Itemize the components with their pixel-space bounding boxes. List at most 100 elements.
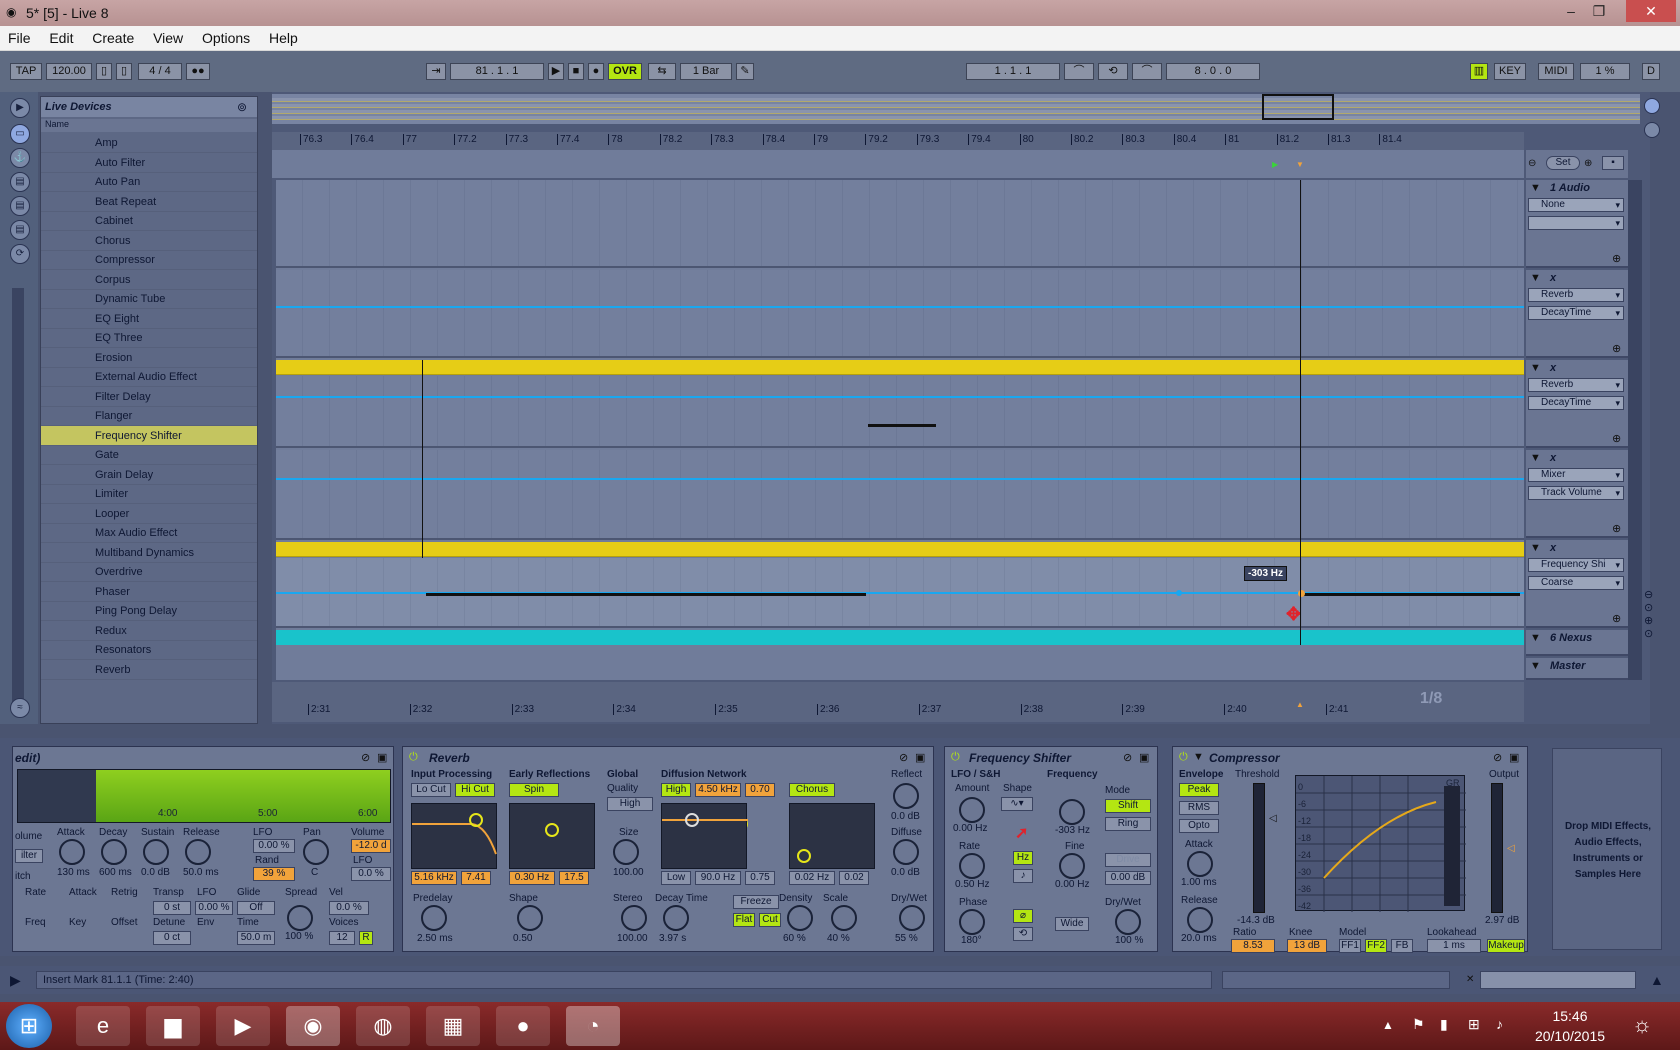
info-toggle-icon[interactable]: ▶ xyxy=(10,972,21,989)
peak-button[interactable]: Peak xyxy=(1179,783,1219,797)
automation-parameter-select[interactable] xyxy=(1528,216,1624,230)
density-knob[interactable] xyxy=(787,905,813,931)
track-lane-1[interactable] xyxy=(276,180,1524,268)
windows-tray-icon[interactable]: ⊞ xyxy=(1468,1016,1480,1033)
instrument-knob[interactable] xyxy=(143,839,169,865)
track-overview-icon[interactable] xyxy=(1480,971,1636,989)
track-fold-icon[interactable]: ▼ xyxy=(1530,272,1541,284)
draw-arrangement-button[interactable]: ⇆ xyxy=(648,63,676,80)
transpose-field[interactable]: 0 st xyxy=(153,901,191,915)
time-signature-field[interactable]: 4 / 4 xyxy=(138,63,182,80)
browser-item[interactable]: Grain Delay xyxy=(41,465,257,485)
lo-cut-button[interactable]: Lo Cut xyxy=(411,783,451,797)
compressor-transfer-graph[interactable]: 0 -6 -12 -18 -24 -30 -36 -42 GR xyxy=(1295,775,1466,912)
detail-toggle-icon[interactable]: ▲ xyxy=(1650,972,1664,988)
browser-column-name[interactable]: Name xyxy=(41,119,257,132)
browser-item[interactable]: Cabinet xyxy=(41,211,257,231)
clip-bar[interactable] xyxy=(276,542,1524,557)
low-freq-field[interactable]: 90.0 Hz xyxy=(695,871,741,885)
media-player-icon[interactable]: ▶ xyxy=(216,1006,270,1046)
automation-line[interactable] xyxy=(276,478,1524,480)
phase-knob[interactable] xyxy=(959,909,985,935)
browser-item[interactable]: Reverb xyxy=(41,660,257,680)
browser-item[interactable]: Limiter xyxy=(41,484,257,504)
track-header[interactable]: ▼ x Frequency Shi Coarse ⊕ xyxy=(1526,540,1628,628)
time-field[interactable]: 50.0 m xyxy=(237,931,275,945)
track-fold-icon[interactable]: ▼ xyxy=(1530,182,1541,194)
track-lane-3[interactable] xyxy=(276,376,1524,448)
close-status-icon[interactable]: ✕ xyxy=(1466,974,1474,985)
session-view-icon[interactable] xyxy=(1644,98,1660,114)
device-save-icon[interactable]: ▣ xyxy=(1139,751,1149,764)
track-header[interactable]: ▼ x Reverb DecayTime ⊕ xyxy=(1526,270,1628,358)
chorus-graph[interactable] xyxy=(789,803,875,869)
scale-knob[interactable] xyxy=(831,905,857,931)
follow-button[interactable]: ⇥ xyxy=(426,63,446,80)
action-center-icon[interactable]: ⚑ xyxy=(1412,1016,1425,1033)
ovr-button[interactable]: OVR xyxy=(608,63,642,80)
hotswap-icon[interactable]: ⟳ xyxy=(10,244,30,264)
opto-button[interactable]: Opto xyxy=(1179,819,1219,833)
er-amount-field[interactable]: 17.5 xyxy=(559,871,589,885)
apps-grid-icon[interactable]: ▦ xyxy=(426,1006,480,1046)
device-power-icon[interactable]: ⏻ xyxy=(409,751,418,764)
attack-knob[interactable] xyxy=(1187,851,1213,877)
volume-icon[interactable]: ♪ xyxy=(1496,1016,1503,1032)
lfo2-field[interactable]: 0.0 % xyxy=(351,867,391,881)
tray-arrow-icon[interactable]: ▲ xyxy=(1382,1018,1394,1032)
file-browser-1-icon[interactable]: ▤ xyxy=(10,172,30,192)
add-lane-icon[interactable]: ⊕ xyxy=(1612,612,1621,625)
clock-date[interactable]: 20/10/2015 xyxy=(1530,1028,1610,1044)
overview-viewport[interactable] xyxy=(1262,94,1334,120)
firefox-icon[interactable]: ◍ xyxy=(356,1006,410,1046)
device-power-icon[interactable]: ⏻ xyxy=(951,751,960,764)
automation-parameter-select[interactable]: Coarse xyxy=(1528,576,1624,590)
vel-field[interactable]: 0.0 % xyxy=(329,901,369,915)
maximize-button[interactable]: ❐ xyxy=(1578,0,1620,22)
track-header[interactable]: ▼ Master xyxy=(1526,658,1628,680)
browser-item[interactable]: Overdrive xyxy=(41,562,257,582)
frequency-knob[interactable] xyxy=(1059,799,1085,825)
rate-knob[interactable] xyxy=(959,853,985,879)
early-reflections-graph[interactable] xyxy=(509,803,595,869)
pan-knob[interactable] xyxy=(303,839,329,865)
automation-parameter-select[interactable]: DecayTime xyxy=(1528,306,1624,320)
ableton-live-icon[interactable]: ◔ xyxy=(566,1006,620,1046)
volume-field[interactable]: -12.0 d xyxy=(351,839,391,853)
voices-select[interactable]: 12 xyxy=(329,931,355,945)
sample-waveform[interactable]: 4:00 5:00 6:00 xyxy=(17,769,391,823)
locator-strip[interactable]: ▶ ▼ xyxy=(272,150,1524,178)
menu-view[interactable]: View xyxy=(145,26,191,46)
automation-line[interactable] xyxy=(276,396,1524,398)
browser-item[interactable]: Redux xyxy=(41,621,257,641)
app-red-icon[interactable]: ● xyxy=(496,1006,550,1046)
track-header[interactable]: ▼ x Reverb DecayTime ⊕ xyxy=(1526,360,1628,448)
drive-field[interactable]: 0.00 dB xyxy=(1105,871,1151,885)
predelay-knob[interactable] xyxy=(421,905,447,931)
browser-item[interactable]: Filter Delay xyxy=(41,387,257,407)
chorus-button[interactable]: Chorus xyxy=(789,783,835,797)
add-lane-icon[interactable]: ⊕ xyxy=(1612,432,1621,445)
amount-knob[interactable] xyxy=(959,797,985,823)
hi-cut-button[interactable]: Hi Cut xyxy=(455,783,495,797)
info-view-icon[interactable]: ≈ xyxy=(10,698,30,718)
shift-button[interactable]: Shift xyxy=(1105,799,1151,813)
output-slider-icon[interactable]: ◁ xyxy=(1507,843,1515,854)
hz-button[interactable]: Hz xyxy=(1013,851,1033,865)
browser-item[interactable]: Gate xyxy=(41,445,257,465)
browser-scrollbar[interactable] xyxy=(12,288,24,708)
loop-switch-button[interactable]: ⟲ xyxy=(1098,63,1128,80)
loop-start-marker[interactable]: ▶ xyxy=(1272,160,1278,169)
high-amount-field[interactable]: 0.70 xyxy=(745,783,775,797)
pencil-icon[interactable]: ✎ xyxy=(736,63,754,80)
ff1-button[interactable]: FF1 xyxy=(1339,939,1361,953)
low-amount-field[interactable]: 0.75 xyxy=(745,871,775,885)
automation-device-select[interactable]: Reverb xyxy=(1528,378,1624,392)
browser-item[interactable]: Chorus xyxy=(41,231,257,251)
rms-button[interactable]: RMS xyxy=(1179,801,1219,815)
browser-item[interactable]: Phaser xyxy=(41,582,257,602)
device-save-icon[interactable]: ▣ xyxy=(915,751,925,764)
browser-item[interactable]: Resonators xyxy=(41,640,257,660)
browser-item[interactable]: Max Audio Effect xyxy=(41,523,257,543)
browser-item[interactable]: Flanger xyxy=(41,406,257,426)
